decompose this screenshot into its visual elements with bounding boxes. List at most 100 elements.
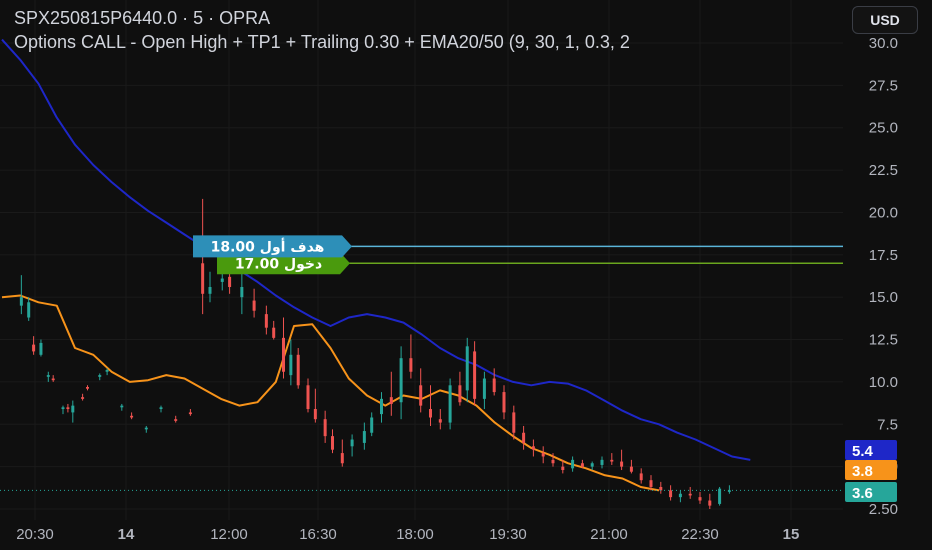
candle-body (571, 459, 575, 469)
y-tick-label: 22.5 (869, 162, 898, 179)
candle-body (561, 466, 565, 471)
y-tick-label: 10.0 (869, 374, 898, 391)
candle-body (399, 358, 403, 403)
price-badge-text: 3.6 (852, 485, 873, 502)
y-tick-label: 27.5 (869, 77, 898, 94)
candle-body (264, 314, 268, 328)
candle-body (46, 375, 50, 377)
x-tick-label: 16:30 (299, 526, 337, 543)
candle-body (240, 287, 244, 298)
y-tick-label: 2.50 (869, 501, 898, 518)
y-tick-label: 12.5 (869, 332, 898, 349)
target-label-text: هدف أول 18.00 (211, 237, 325, 255)
candle-body (296, 354, 300, 386)
y-tick-label: 30.0 (869, 35, 898, 52)
time-axis[interactable]: 20:30 14 12:00 16:30 18:00 19:30 21:00 22:30 15 (16, 526, 799, 543)
candle-body (27, 302, 31, 318)
x-tick-label: 12:00 (210, 526, 248, 543)
candle-body (120, 405, 124, 408)
price-badge-text: 3.8 (852, 463, 873, 480)
x-tick-label: 14 (118, 526, 135, 543)
candle-body (220, 278, 224, 282)
candle-body (620, 461, 624, 467)
candle-body (174, 419, 178, 421)
price-badge-text: 5.4 (852, 443, 874, 460)
candle-body (629, 466, 633, 472)
candle-body (541, 453, 545, 457)
candle-body (473, 351, 477, 399)
candle-body (600, 459, 604, 465)
candle-body (610, 459, 614, 462)
candle-body (71, 405, 75, 413)
x-tick-label: 15 (783, 526, 800, 543)
price-badges: 5.4 3.8 3.6 (845, 440, 897, 502)
candle-body (105, 370, 109, 372)
currency-button[interactable]: USD (852, 6, 918, 34)
candle-body (350, 439, 354, 447)
candle-body (465, 346, 469, 391)
y-tick-label: 25.0 (869, 120, 898, 137)
candle-body (678, 493, 682, 498)
candle-body (362, 431, 366, 443)
candle-body (389, 397, 393, 404)
candle-body (19, 297, 23, 306)
candle-body (208, 287, 212, 294)
candle-body (482, 378, 486, 399)
candle-body (370, 417, 374, 433)
candle-body (649, 480, 653, 487)
candle-body (272, 327, 276, 338)
candle-body (201, 263, 205, 294)
candle-body (502, 392, 506, 413)
y-tick-label: 15.0 (869, 289, 898, 306)
candle-body (659, 486, 663, 491)
candle-body (458, 385, 462, 403)
candle-body (512, 412, 516, 433)
candle-body (380, 398, 383, 415)
candle-body (409, 358, 413, 372)
candle-body (531, 446, 535, 450)
candle-body (86, 386, 89, 389)
candle-body (419, 385, 423, 406)
candle-body (340, 453, 344, 464)
candle-body (98, 375, 102, 377)
candle-body (313, 409, 317, 420)
y-tick-label: 20.0 (869, 204, 898, 221)
candle-body (492, 378, 496, 393)
candle-body (331, 436, 334, 450)
candle-body (580, 463, 584, 467)
study-title[interactable]: Options CALL - Open High + TP1 + Trailin… (14, 32, 844, 53)
candle-body (188, 412, 192, 415)
candle-body (159, 407, 163, 410)
candle-body (698, 497, 702, 501)
y-tick-label: 7.5 (877, 416, 898, 433)
candle-body (669, 490, 673, 498)
candle-body (718, 488, 722, 504)
x-tick-label: 22:30 (681, 526, 719, 543)
x-tick-label: 18:00 (396, 526, 434, 543)
candle-body (590, 463, 594, 467)
x-tick-label: 19:30 (489, 526, 527, 543)
candle-body (144, 427, 148, 430)
candle-body (551, 459, 555, 464)
candle-body (429, 409, 432, 418)
y-tick-label: 17.5 (869, 247, 898, 264)
candle-body (289, 354, 293, 376)
candle-body (51, 378, 55, 381)
candle-body (32, 344, 36, 352)
candle-body (252, 300, 256, 311)
price-chart[interactable]: دخول 17.00هدف أول 18.00 30.0 27.5 25.0 22.5… (0, 0, 932, 550)
candle-body (323, 419, 327, 437)
x-tick-label: 21:00 (590, 526, 628, 543)
candle-body (438, 419, 442, 423)
x-tick-label: 20:30 (16, 526, 54, 543)
candle-body (639, 473, 643, 481)
candle-body (81, 397, 85, 399)
symbol-title: SPX250815P6440.0 · 5 · OPRA (14, 8, 271, 28)
target-label-text: دخول 17.00 (235, 256, 322, 272)
candle-body (39, 342, 43, 355)
candle-body (61, 407, 65, 410)
candle-body (708, 500, 712, 506)
candle-body (448, 385, 452, 423)
candle-body (522, 432, 526, 443)
candle-body (688, 493, 692, 496)
